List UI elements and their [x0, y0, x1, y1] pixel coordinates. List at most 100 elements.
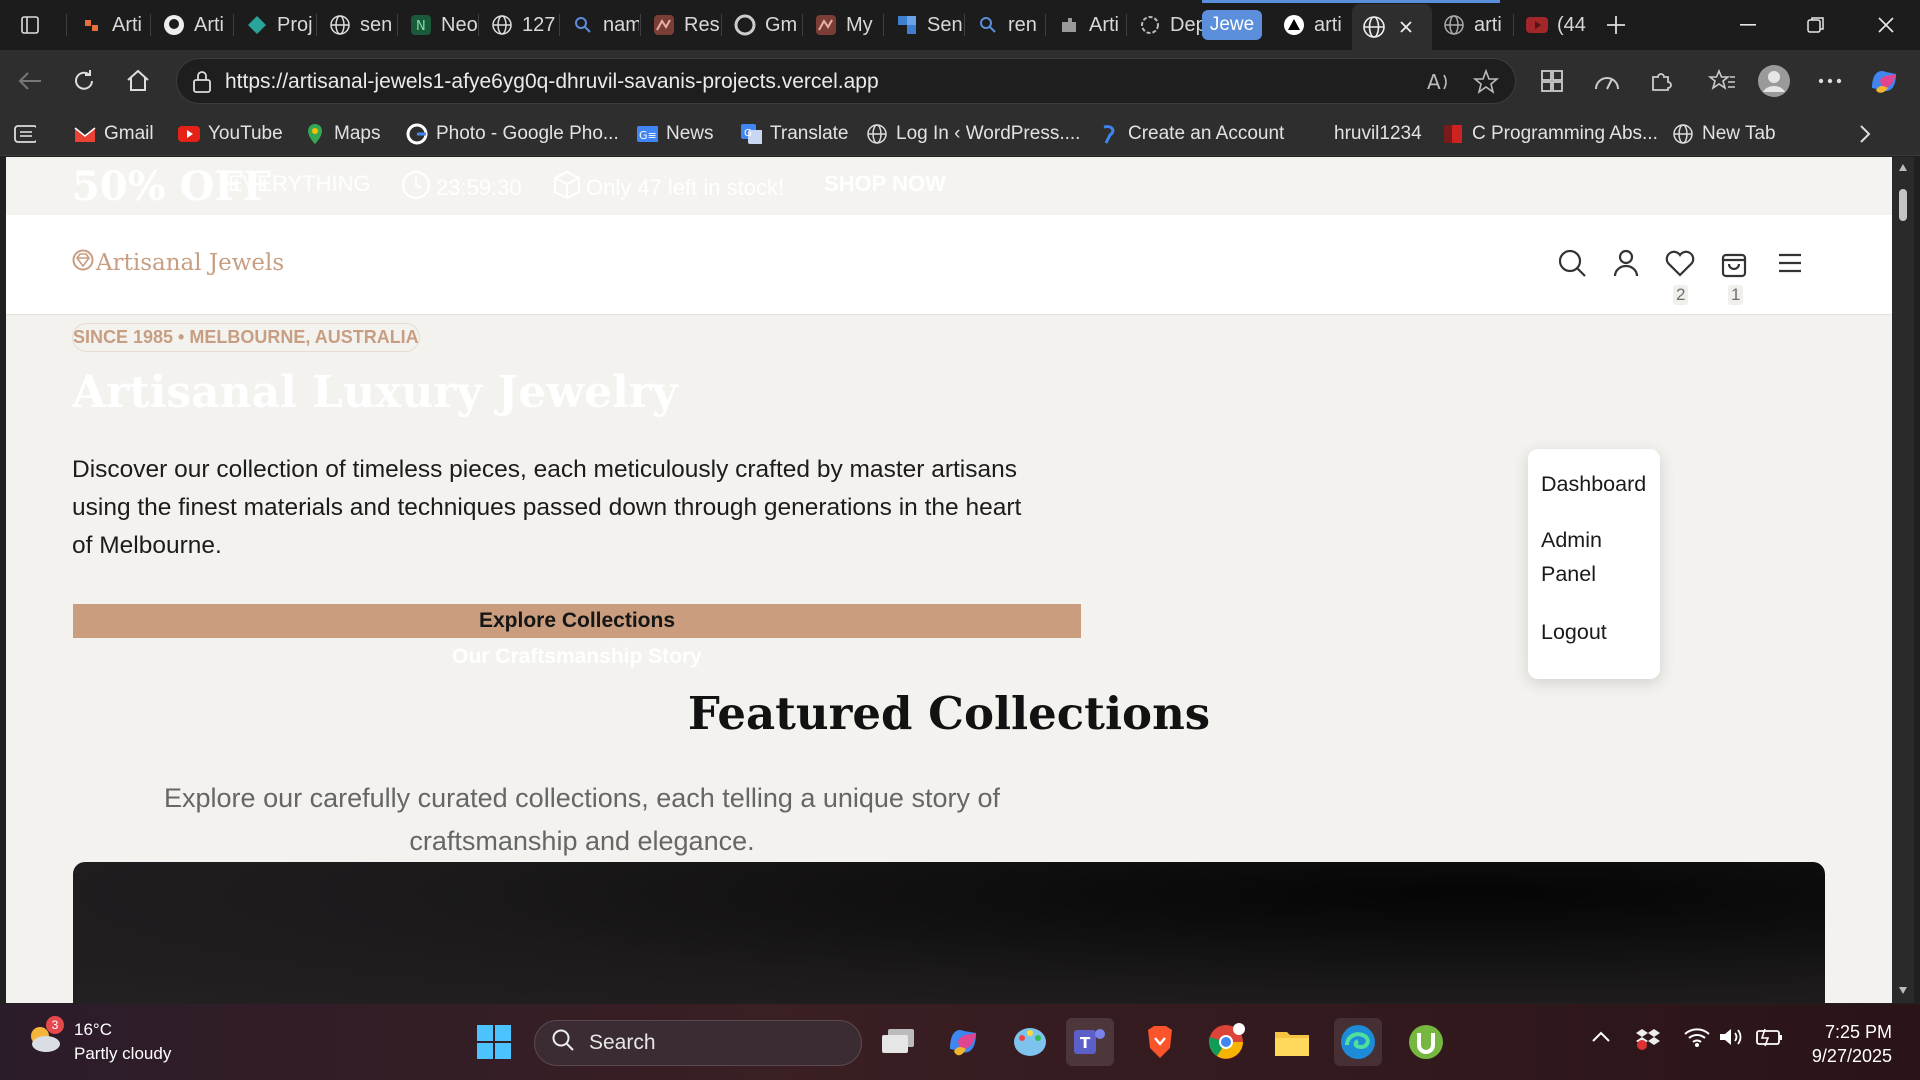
featured-collections-title: Featured Collections — [687, 687, 1211, 740]
browser-tab[interactable]: Arti — [1047, 6, 1125, 44]
bookmark-photos[interactable]: Photo - Google Pho... — [406, 120, 619, 148]
bookmark-c-programming[interactable]: C Programming Abs... — [1442, 120, 1658, 148]
chevron-right-icon[interactable] — [1858, 120, 1872, 148]
browser-tab[interactable]: Arti — [70, 6, 148, 44]
clock-icon — [400, 169, 432, 207]
bookmark-create-account[interactable]: Create an Account — [1098, 120, 1284, 148]
task-view-icon[interactable] — [874, 1018, 922, 1066]
lock-icon[interactable] — [191, 70, 213, 99]
bookmark-youtube[interactable]: YouTube — [178, 120, 283, 148]
start-windows-icon[interactable] — [470, 1018, 518, 1066]
cart-bag-icon[interactable] — [1716, 245, 1752, 281]
browser-tab[interactable]: Gm — [723, 6, 801, 44]
browser-tab[interactable]: Dep — [1128, 6, 1206, 44]
scroll-thumb[interactable] — [1899, 189, 1907, 221]
restore-icon[interactable] — [1786, 0, 1846, 50]
new-tab-icon[interactable] — [1594, 0, 1638, 50]
menu-item-logout[interactable]: Logout — [1541, 615, 1607, 649]
browser-tab[interactable]: Arti — [152, 6, 232, 44]
weather-widget[interactable]: 3 16°C Partly cloudy — [24, 1016, 171, 1066]
utorrent-icon[interactable] — [1402, 1018, 1450, 1066]
battery-icon[interactable] — [1756, 1026, 1784, 1053]
browser-tab[interactable]: My — [804, 6, 882, 44]
scroll-up-icon[interactable] — [1898, 163, 1908, 173]
page-scrollbar[interactable] — [1892, 157, 1914, 1003]
shop-now-link[interactable]: SHOP NOW — [824, 171, 946, 197]
clock-date: 9/27/2025 — [1811, 1046, 1892, 1066]
hamburger-menu-icon[interactable] — [1772, 245, 1808, 281]
wifi-icon[interactable] — [1684, 1026, 1710, 1053]
windows-taskbar: 3 16°C Partly cloudy Search T 7:25 PM 9/… — [0, 1004, 1920, 1080]
minimize-icon[interactable] — [1718, 0, 1778, 50]
favorite-star-icon[interactable] — [1472, 68, 1500, 100]
browser-tab[interactable]: arti — [1272, 6, 1352, 44]
browser-tab[interactable]: ren — [966, 6, 1044, 44]
hero-description-line: Discover our collection of timeless piec… — [72, 456, 1017, 483]
home-icon[interactable] — [120, 63, 156, 99]
browser-tab[interactable]: 127 — [480, 6, 558, 44]
bookmark-new-tab[interactable]: New Tab — [1672, 120, 1776, 148]
extensions-puzzle-icon[interactable] — [1643, 63, 1679, 99]
tab-group-label[interactable]: Jewe — [1202, 10, 1262, 40]
bookmark-translate[interactable]: G Translate — [740, 120, 849, 148]
menu-item-dashboard[interactable]: Dashboard — [1541, 467, 1646, 501]
volume-icon[interactable] — [1718, 1026, 1744, 1053]
bookmark-maps[interactable]: Maps — [304, 120, 380, 148]
brave-icon[interactable] — [1136, 1018, 1184, 1066]
account-icon[interactable] — [1608, 245, 1644, 281]
system-clock[interactable]: 7:25 PM 9/27/2025 — [1800, 1020, 1892, 1068]
hero-description: Discover our collection of timeless piec… — [72, 451, 1092, 565]
site-logo[interactable]: Artisanal Jewels — [72, 249, 284, 277]
copilot-icon[interactable] — [1866, 63, 1902, 99]
active-tab[interactable] — [1352, 4, 1432, 50]
extension-grid-icon[interactable] — [1534, 63, 1570, 99]
performance-icon[interactable] — [1589, 63, 1625, 99]
grid-icon — [895, 13, 919, 37]
read-aloud-icon[interactable]: A — [1427, 70, 1453, 99]
collection-card[interactable] — [73, 862, 1825, 1003]
browser-tab[interactable]: Sen — [885, 6, 963, 44]
paint-icon[interactable] — [1006, 1018, 1054, 1066]
tab-actions-icon[interactable] — [0, 0, 60, 50]
profile-avatar[interactable] — [1756, 63, 1792, 99]
edge-icon[interactable] — [1334, 1018, 1382, 1066]
weather-temp: 16°C — [74, 1020, 112, 1039]
wishlist-heart-icon[interactable] — [1662, 245, 1698, 281]
taskbar-search[interactable]: Search — [534, 1020, 862, 1066]
browser-tab[interactable]: nam — [561, 6, 639, 44]
teams-icon[interactable]: T — [1066, 1018, 1114, 1066]
browser-tab[interactable]: N Neo — [399, 6, 477, 44]
bookmark-gmail[interactable]: Gmail — [74, 120, 154, 148]
browser-tab[interactable]: Res — [642, 6, 720, 44]
back-icon[interactable] — [12, 63, 48, 99]
browser-tab[interactable]: (44 — [1515, 6, 1593, 44]
copilot-icon[interactable] — [940, 1018, 988, 1066]
bookmark-wordpress[interactable]: Log In ‹ WordPress.... — [866, 120, 1080, 148]
file-explorer-icon[interactable] — [1268, 1018, 1316, 1066]
craftsmanship-story-button[interactable]: Our Craftsmanship Story — [73, 643, 1081, 671]
search-icon[interactable] — [1554, 245, 1590, 281]
favorites-icon[interactable] — [1704, 63, 1740, 99]
browser-tab[interactable]: Proj — [235, 6, 315, 44]
explore-collections-button[interactable]: Explore Collections — [73, 604, 1081, 638]
chrome-icon[interactable] — [1202, 1018, 1250, 1066]
bookmark-news[interactable]: G≡ News — [636, 120, 714, 148]
close-window-icon[interactable] — [1856, 0, 1916, 50]
browser-tab[interactable]: sen — [318, 6, 396, 44]
more-options-icon[interactable] — [1812, 63, 1848, 99]
dropbox-icon[interactable] — [1636, 1026, 1660, 1055]
wishlist-count-badge: 2 — [1673, 285, 1689, 305]
tab-strip: Arti Arti Proj sen N Neo 127 nam Res Gm — [0, 0, 1920, 50]
menu-item-admin-panel[interactable]: Admin Panel — [1541, 523, 1602, 591]
refresh-icon[interactable] — [66, 63, 102, 99]
bookmark-hruvil[interactable]: hruvil1234 — [1334, 120, 1422, 148]
featured-collections-subtitle: Explore our carefully curated collection… — [116, 777, 1048, 863]
browser-tab[interactable]: arti — [1432, 6, 1512, 44]
link-icon — [1098, 123, 1120, 145]
reading-list-icon[interactable] — [14, 120, 36, 148]
chevron-up-icon[interactable] — [1590, 1026, 1612, 1053]
address-bar[interactable]: https://artisanal-jewels1-afye6yg0q-dhru… — [176, 58, 1516, 104]
gmail-icon — [74, 123, 96, 145]
scroll-down-icon[interactable] — [1898, 985, 1908, 995]
close-icon[interactable] — [1394, 15, 1418, 39]
